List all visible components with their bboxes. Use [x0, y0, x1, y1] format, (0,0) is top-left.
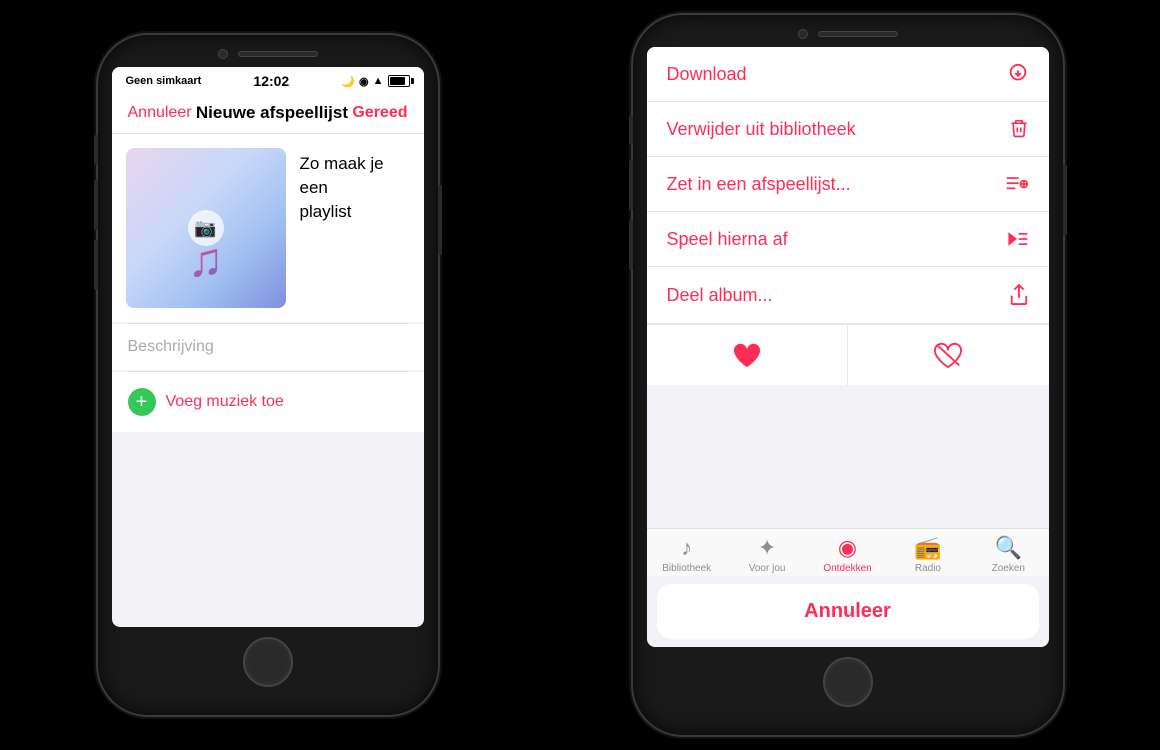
speaker-bar [238, 51, 318, 57]
play-next-icon [1005, 228, 1029, 250]
camera-dot [218, 49, 228, 59]
download-label: Download [667, 64, 747, 85]
action-remove-library[interactable]: Verwijder uit bibliotheek [647, 102, 1049, 157]
right-phone-bottom [633, 647, 1063, 723]
love-row [647, 324, 1049, 385]
voor-jou-label: Voor jou [749, 563, 786, 574]
add-playlist-label: Zet in een afspeellijst... [667, 174, 851, 195]
volume-down-button[interactable] [94, 240, 98, 290]
annuleer-button[interactable]: Annuleer [657, 584, 1039, 639]
volume-up-button[interactable] [94, 180, 98, 230]
bibliotheek-icon: ♪ [681, 535, 692, 561]
right-speaker-bar [818, 31, 898, 37]
mute-button[interactable] [94, 135, 98, 165]
battery-icon [388, 75, 410, 87]
voor-jou-icon: ✦ [758, 535, 776, 561]
bibliotheek-label: Bibliotheek [662, 563, 711, 574]
playlist-title-line2: playlist [300, 202, 352, 221]
trash-icon [1009, 118, 1029, 140]
tab-radio[interactable]: 📻 Radio [888, 535, 968, 574]
playlist-artwork[interactable]: ♫ 📷 [126, 148, 286, 308]
tab-bibliotheek[interactable]: ♪ Bibliotheek [647, 535, 727, 574]
right-screen: Download Verwijder uit bibliotheek [647, 47, 1049, 647]
left-phone: Geen simkaart 12:02 🌙 ◉ ▲ Annuleer Nieuw… [98, 35, 438, 715]
annuleer-label: Annuleer [804, 600, 891, 622]
zoeken-icon: 🔍 [995, 535, 1022, 561]
action-sheet: Download Verwijder uit bibliotheek [647, 47, 1049, 647]
share-icon [1009, 283, 1029, 307]
radio-icon: 📻 [914, 535, 941, 561]
action-share-album[interactable]: Deel album... [647, 267, 1049, 324]
nav-title: Nieuwe afspeellijst [196, 103, 348, 123]
tab-bar: ♪ Bibliotheek ✦ Voor jou ◉ Ontdekken 📻 R… [647, 528, 1049, 576]
right-volume-up-button[interactable] [629, 160, 633, 210]
playlist-info: Zo maak je een playlist [300, 148, 410, 223]
power-button[interactable] [438, 185, 442, 255]
action-play-next[interactable]: Speel hierna af [647, 212, 1049, 267]
ontdekken-icon: ◉ [838, 535, 857, 561]
right-phone-top-bar [633, 15, 1063, 47]
location-icon: ◉ [359, 75, 369, 88]
unlove-heart-icon [933, 341, 963, 369]
playlist-section: ♫ 📷 Zo maak je een playlist [112, 134, 424, 322]
plus-circle-icon: + [128, 388, 156, 416]
music-note-bg: ♫ [188, 233, 224, 288]
description-placeholder: Beschrijving [128, 338, 214, 355]
phone-top-bar [98, 35, 438, 67]
love-button[interactable] [647, 325, 849, 385]
add-music-section[interactable]: + Voeg muziek toe [112, 372, 424, 432]
moon-icon: 🌙 [341, 75, 355, 88]
ontdekken-label: Ontdekken [823, 563, 871, 574]
add-music-label: Voeg muziek toe [166, 393, 284, 411]
unlove-button[interactable] [848, 325, 1049, 385]
action-add-playlist[interactable]: Zet in een afspeellijst... [647, 157, 1049, 212]
status-icons: 🌙 ◉ ▲ [341, 75, 409, 88]
zoeken-label: Zoeken [992, 563, 1025, 574]
right-camera-dot [798, 29, 808, 39]
download-icon [1007, 63, 1029, 85]
home-button[interactable] [243, 637, 293, 687]
left-phone-bottom [98, 627, 438, 703]
right-mute-button[interactable] [629, 115, 633, 145]
tab-voor-jou[interactable]: ✦ Voor jou [727, 535, 807, 574]
cancel-button[interactable]: Annuleer [128, 104, 192, 122]
playlist-title-line1: Zo maak je een [300, 154, 384, 197]
carrier-label: Geen simkaart [126, 75, 202, 87]
add-playlist-icon [1005, 173, 1029, 195]
right-volume-down-button[interactable] [629, 220, 633, 270]
action-download[interactable]: Download [647, 47, 1049, 102]
done-button[interactable]: Gereed [352, 104, 407, 122]
love-heart-icon [732, 341, 762, 369]
status-bar: Geen simkaart 12:02 🌙 ◉ ▲ [112, 67, 424, 93]
remove-library-label: Verwijder uit bibliotheek [667, 119, 856, 140]
tab-ontdekken[interactable]: ◉ Ontdekken [807, 535, 887, 574]
description-section[interactable]: Beschrijving [112, 324, 424, 370]
play-next-label: Speel hierna af [667, 229, 788, 250]
playlist-title: Zo maak je een playlist [300, 152, 410, 223]
tab-zoeken[interactable]: 🔍 Zoeken [968, 535, 1048, 574]
left-screen: Geen simkaart 12:02 🌙 ◉ ▲ Annuleer Nieuw… [112, 67, 424, 627]
share-album-label: Deel album... [667, 285, 773, 306]
nav-bar: Annuleer Nieuwe afspeellijst Gereed [112, 93, 424, 134]
signal-icon: ▲ [373, 75, 384, 87]
radio-label: Radio [915, 563, 941, 574]
right-power-button[interactable] [1063, 165, 1067, 235]
action-group: Download Verwijder uit bibliotheek [647, 47, 1049, 385]
right-phone: Download Verwijder uit bibliotheek [633, 15, 1063, 735]
right-home-button[interactable] [823, 657, 873, 707]
time-label: 12:02 [253, 73, 289, 89]
